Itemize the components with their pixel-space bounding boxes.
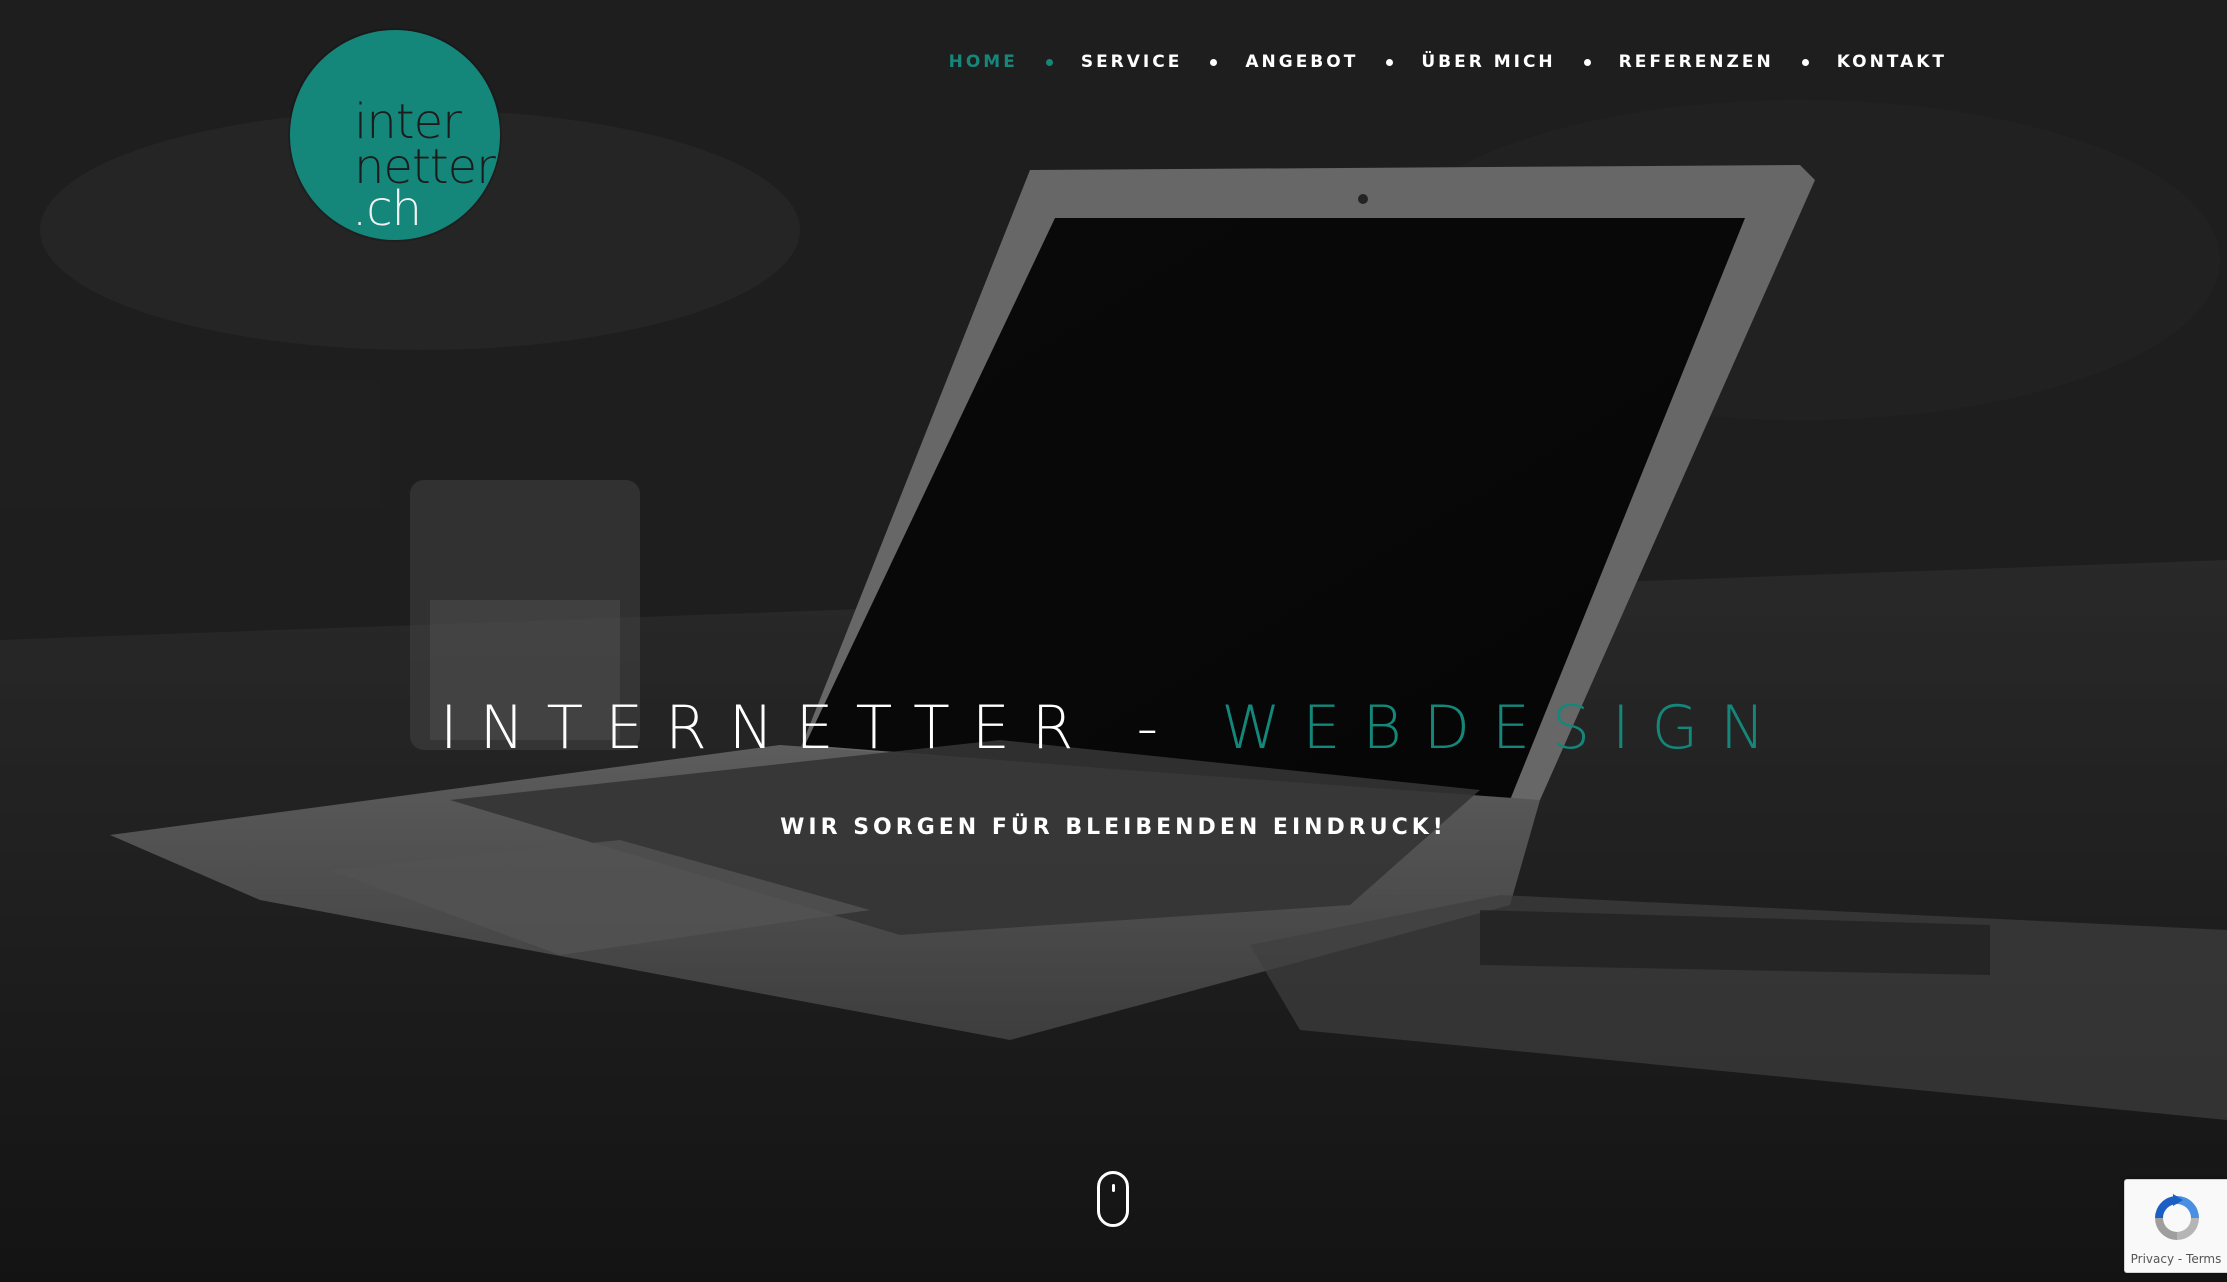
- mouse-scroll-wheel: [1112, 1184, 1115, 1192]
- recaptcha-logo-icon: [2155, 1194, 2199, 1240]
- hero-title-main: INTERNETTER -: [439, 693, 1222, 763]
- main-navigation: HOME SERVICE ANGEBOT ÜBER MICH REFERENZE…: [949, 52, 1947, 72]
- nav-separator-dot: [1210, 58, 1218, 66]
- recaptcha-links[interactable]: Privacy - Terms: [2125, 1252, 2227, 1266]
- recaptcha-badge[interactable]: Privacy - Terms: [2124, 1179, 2227, 1273]
- nav-separator-dot: [1386, 58, 1394, 66]
- hero-subtitle: WIR SORGEN FÜR BLEIBENDEN EINDRUCK!: [780, 815, 1447, 840]
- nav-item-ueber-mich[interactable]: ÜBER MICH: [1421, 52, 1555, 72]
- nav-item-referenzen[interactable]: REFERENZEN: [1619, 52, 1774, 72]
- nav-item-angebot[interactable]: ANGEBOT: [1245, 52, 1358, 72]
- site-logo[interactable]: inter netter .ch: [290, 30, 500, 240]
- nav-item-service[interactable]: SERVICE: [1081, 52, 1183, 72]
- nav-item-kontakt[interactable]: KONTAKT: [1837, 52, 1947, 72]
- hero-section: inter netter .ch HOME SERVICE ANGEBOT ÜB…: [0, 0, 2227, 1282]
- nav-separator-dot: [1583, 58, 1591, 66]
- hero-title-accent: WEBDESIGN: [1221, 693, 1788, 763]
- nav-separator-dot: [1801, 58, 1809, 66]
- nav-separator-dot: [1045, 58, 1053, 66]
- logo-line-3: .ch: [352, 181, 422, 237]
- mouse-scroll-icon[interactable]: [1097, 1171, 1129, 1227]
- nav-item-home[interactable]: HOME: [949, 52, 1018, 72]
- hero-title: INTERNETTER - WEBDESIGN: [0, 693, 2227, 763]
